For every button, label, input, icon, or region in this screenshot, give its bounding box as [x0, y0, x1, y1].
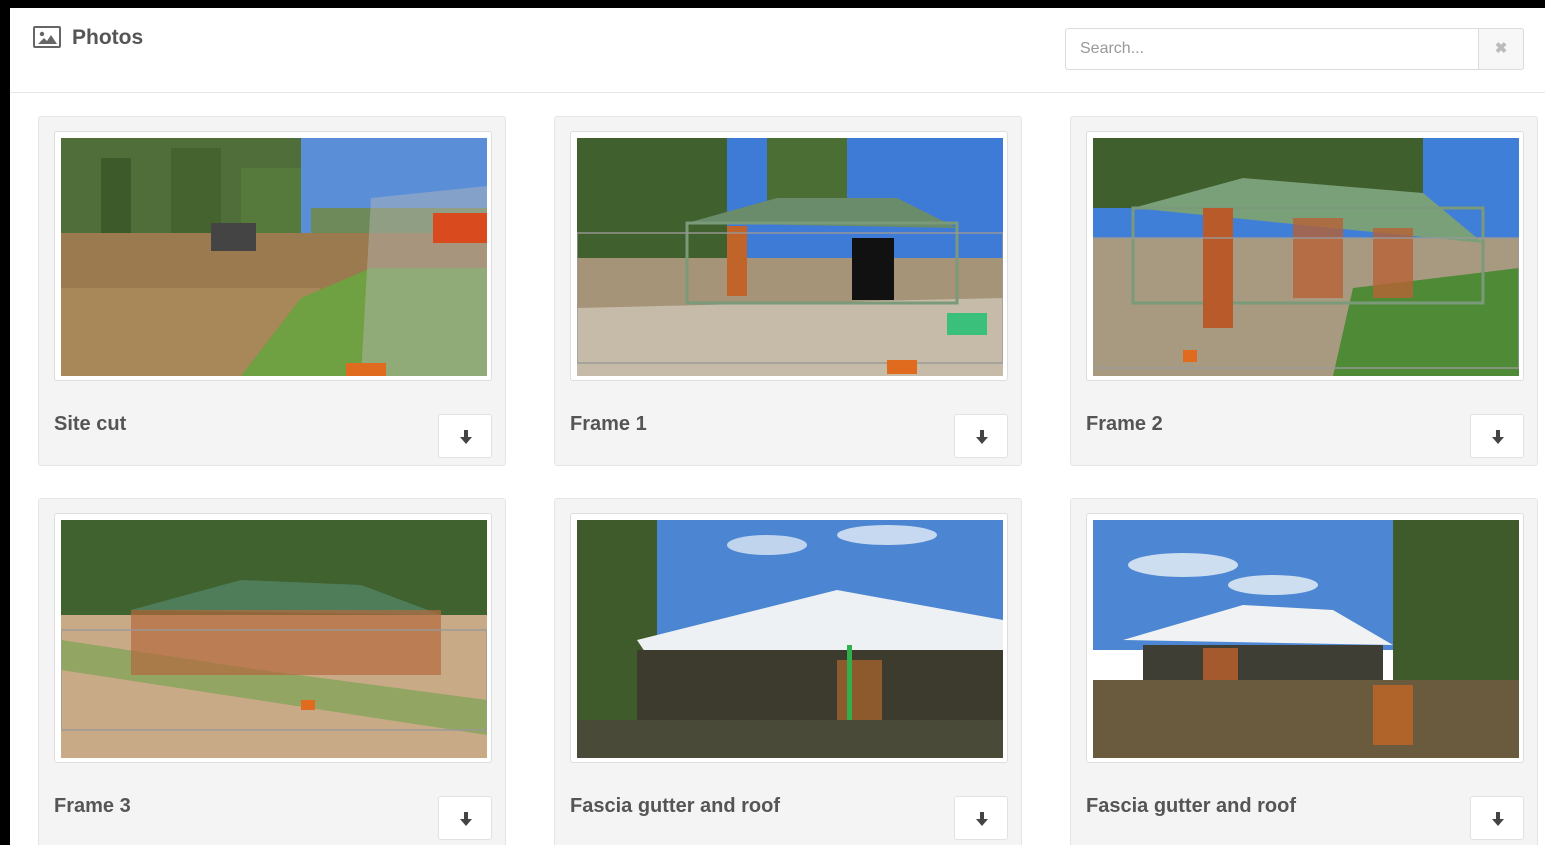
photo-card: Fascia gutter and roof	[1070, 498, 1538, 845]
download-arrow-icon	[976, 812, 988, 826]
download-button[interactable]	[438, 796, 492, 840]
photo-caption: Site cut	[54, 413, 127, 435]
photo-thumbnail[interactable]	[570, 513, 1008, 763]
photo-caption: Frame 2	[1086, 413, 1163, 435]
photo-image	[577, 138, 1003, 376]
photo-card: Frame 2	[1070, 116, 1538, 466]
download-arrow-icon	[1492, 812, 1504, 826]
photo-thumbnail[interactable]	[54, 513, 492, 763]
page: Photos ✖	[10, 8, 1545, 845]
photo-caption: Frame 3	[54, 795, 131, 817]
download-button[interactable]	[1470, 414, 1524, 458]
photo-thumbnail[interactable]	[54, 131, 492, 381]
image-icon	[33, 26, 61, 48]
photo-image	[61, 138, 487, 376]
download-arrow-icon	[1492, 430, 1504, 444]
page-title: Photos	[72, 26, 144, 49]
download-arrow-icon	[976, 430, 988, 444]
photo-image	[1093, 138, 1519, 376]
download-arrow-icon	[460, 812, 472, 826]
photo-caption: Frame 1	[570, 413, 647, 435]
download-button[interactable]	[1470, 796, 1524, 840]
photo-caption: Fascia gutter and roof	[570, 795, 781, 817]
photo-card: Frame 1	[554, 116, 1022, 466]
page-header: Photos ✖	[10, 8, 1545, 93]
close-icon[interactable]: ✖	[1478, 28, 1524, 70]
photo-thumbnail[interactable]	[1086, 513, 1524, 763]
photo-caption: Fascia gutter and roof	[1086, 795, 1297, 817]
photo-image	[1093, 520, 1519, 758]
photo-thumbnail[interactable]	[570, 131, 1008, 381]
photo-card: Frame 3	[38, 498, 506, 845]
search-input[interactable]	[1065, 28, 1478, 70]
download-button[interactable]	[954, 414, 1008, 458]
photo-thumbnail[interactable]	[1086, 131, 1524, 381]
download-button[interactable]	[954, 796, 1008, 840]
download-button[interactable]	[438, 414, 492, 458]
photo-image	[61, 520, 487, 758]
download-arrow-icon	[460, 430, 472, 444]
photo-image	[577, 520, 1003, 758]
photo-card: Site cut	[38, 116, 506, 466]
photo-card: Fascia gutter and roof	[554, 498, 1022, 845]
